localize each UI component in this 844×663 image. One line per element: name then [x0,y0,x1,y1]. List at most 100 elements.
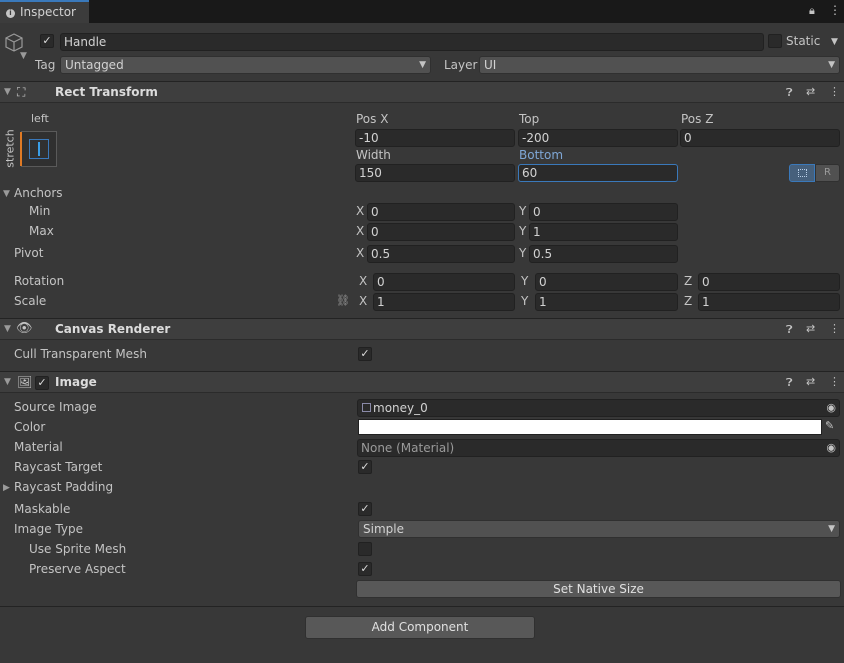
image-type-value: Simple [363,522,404,536]
static-label: Static [786,34,821,48]
raw-edit-button[interactable]: R [815,164,840,182]
anchor-preset-button[interactable] [20,131,57,167]
top-field[interactable]: -200 [518,129,678,147]
pos-x-field[interactable]: -10 [355,129,515,147]
add-component-button[interactable]: Add Component [305,616,535,639]
eyedropper-icon[interactable]: ✎ [825,419,834,432]
width-label: Width [356,148,391,162]
pivot-x-field[interactable]: 0.5 [367,245,515,263]
help-icon[interactable]: ❓︎ [786,323,793,337]
foldout-arrow-icon[interactable]: ▼ [4,324,11,334]
maskable-label: Maskable [14,502,71,516]
object-picker-icon[interactable]: ◉ [826,440,836,456]
raycast-target-checkbox[interactable]: ✓ [358,460,372,474]
chevron-down-icon: ▼ [828,60,835,70]
preset-icon[interactable]: ⇄ [806,322,815,335]
preserve-aspect-checkbox[interactable]: ✓ [358,562,372,576]
width-field[interactable]: 150 [355,164,515,182]
tag-dropdown[interactable]: Untagged ▼ [60,56,431,74]
rotation-z-field[interactable]: 0 [698,273,840,291]
context-menu-icon[interactable]: ⋮ [829,322,840,335]
blueprint-mode-button[interactable] [789,164,815,182]
context-menu-icon[interactable]: ⋮ [829,375,840,388]
name-field[interactable]: Handle [60,33,764,51]
pivot-label: Pivot [14,246,44,260]
color-label: Color [14,420,46,434]
context-menu-icon[interactable]: ⋮ [829,85,840,98]
maskable-checkbox[interactable]: ✓ [358,502,372,516]
constrain-proportions-icon[interactable]: ⛓ [336,294,350,307]
min-x-axis: X [356,204,365,218]
foldout-arrow-icon[interactable]: ▼ [4,377,11,387]
anchors-label: Anchors [14,186,63,200]
max-y-field[interactable]: 1 [529,223,678,241]
rect-transform-header[interactable]: ▼ ⛶ Rect Transform ❓︎ ⇄ ⋮ [0,81,844,103]
scale-label: Scale [14,294,47,308]
layer-label: Layer [444,58,478,72]
foldout-arrow-icon[interactable]: ▼ [4,87,11,97]
use-sprite-mesh-label: Use Sprite Mesh [29,542,127,556]
eye-icon: 👁︎ [16,321,33,336]
cull-transparent-mesh-checkbox[interactable]: ✓ [358,347,372,361]
rect-transform-title: Rect Transform [55,85,158,99]
image-type-label: Image Type [14,522,83,536]
icon-dropdown-arrow[interactable]: ▼ [20,51,27,61]
tab-bar: i Inspector 🔒︎ ⋮ [0,0,844,23]
image-enabled-checkbox[interactable]: ✓ [35,376,49,390]
image-header[interactable]: ▼ 🖼︎ ✓ Image ❓︎ ⇄ ⋮ [0,371,844,393]
source-image-field[interactable]: money_0 ◉ [357,399,840,417]
rotation-label: Rotation [14,274,65,288]
scale-y-field[interactable]: 1 [535,293,678,311]
static-checkbox[interactable] [768,34,782,48]
bottom-field[interactable]: 60 [518,164,678,182]
use-sprite-mesh-checkbox[interactable] [358,542,372,556]
pivot-y-field[interactable]: 0.5 [529,245,678,263]
canvas-renderer-header[interactable]: ▼ 👁︎ Canvas Renderer ❓︎ ⇄ ⋮ [0,318,844,340]
divider [0,606,844,607]
pos-z-field[interactable]: 0 [680,129,840,147]
layer-dropdown[interactable]: UI ▼ [479,56,840,74]
rotation-x-axis: X [359,274,368,288]
tab-inspector[interactable]: i Inspector [0,0,89,23]
min-y-field[interactable]: 0 [529,203,678,221]
image-type-dropdown[interactable]: Simple ▼ [358,520,840,538]
max-x-axis: X [356,224,365,238]
preset-icon[interactable]: ⇄ [806,375,815,388]
color-swatch[interactable] [358,419,822,435]
pivot-x-axis: X [356,246,365,260]
active-checkbox[interactable]: ✓ [40,34,54,48]
blueprint-icon [798,169,807,177]
lock-icon[interactable]: 🔒︎ [809,4,815,18]
raycast-target-label: Raycast Target [14,460,103,474]
material-field[interactable]: None (Material) ◉ [357,439,840,457]
min-x-field[interactable]: 0 [367,203,515,221]
rotation-y-axis: Y [521,274,529,288]
rotation-x-field[interactable]: 0 [373,273,515,291]
more-menu-icon[interactable]: ⋮ [829,3,841,17]
anchor-left-marker [20,132,22,166]
raycast-padding-foldout-icon[interactable]: ▶ [3,483,10,493]
rotation-z-axis: Z [684,274,693,288]
max-x-field[interactable]: 0 [367,223,515,241]
help-icon[interactable]: ❓︎ [786,376,793,390]
rotation-y-field[interactable]: 0 [535,273,678,291]
rect-transform-icon: ⛶ [17,85,26,99]
scale-z-field[interactable]: 1 [698,293,840,311]
bottom-label: Bottom [519,148,564,162]
object-picker-icon[interactable]: ◉ [826,400,836,416]
help-icon[interactable]: ❓︎ [786,86,793,100]
canvas-renderer-title: Canvas Renderer [55,322,171,336]
max-label: Max [29,224,54,238]
set-native-size-button[interactable]: Set Native Size [356,580,841,598]
static-dropdown-arrow[interactable]: ▼ [831,37,838,47]
anchor-stretch-marker [38,142,40,156]
preset-icon[interactable]: ⇄ [806,85,815,98]
anchors-foldout-icon[interactable]: ▼ [3,189,10,199]
scale-x-field[interactable]: 1 [373,293,515,311]
anchor-preset-vertical-label: stretch [3,129,17,168]
pos-z-label: Pos Z [681,112,714,126]
layer-value: UI [484,58,497,72]
image-component-icon: 🖼︎ [17,375,33,389]
anchor-preset-horizontal-label: left [31,112,49,125]
scale-y-axis: Y [521,294,529,308]
